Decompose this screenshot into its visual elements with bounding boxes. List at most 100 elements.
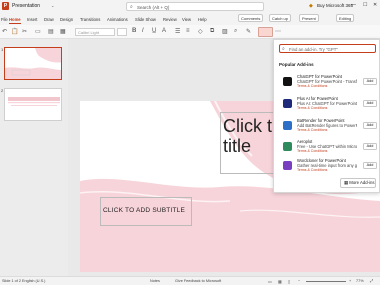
subtitle-text: CLICK TO ADD SUBTITLE [103, 207, 185, 214]
comments-button[interactable]: Comments [238, 14, 264, 22]
tab-home[interactable]: Home [9, 17, 21, 22]
add-button[interactable]: Add [363, 78, 377, 85]
undo-icon[interactable]: ↶ [2, 28, 7, 35]
document-title[interactable]: Presentation [12, 3, 40, 9]
add-button[interactable]: Add [363, 162, 377, 169]
add-in-item[interactable]: Plus AI for PowerPoint Plus AI: ChatGPT … [279, 96, 377, 116]
status-bar: Slide 1 of 2 English (U.S.) Notes Give F… [0, 276, 380, 285]
add-in-search-placeholder: Find an add-in. Try "GPT" [289, 46, 338, 52]
active-tab-indicator [9, 23, 21, 24]
tab-help[interactable]: Help [198, 17, 207, 22]
italic-icon[interactable]: 𝐼 [142, 28, 144, 35]
bullets-icon[interactable]: ☰ [175, 28, 180, 35]
add-ins-pane: ⌕ Find an add-in. Try "GPT" Popular Add-… [273, 39, 380, 193]
batrender-icon [283, 121, 292, 130]
add-button[interactable]: Add [363, 143, 377, 150]
more-options-icon[interactable]: ⋯ [275, 28, 281, 35]
language-indicator[interactable]: English (U.S.) [22, 279, 45, 283]
search-placeholder: Search (Alt + Q) [137, 4, 170, 10]
tab-draw[interactable]: Draw [44, 17, 54, 22]
title-text: Click t title [223, 116, 272, 156]
arrange-icon[interactable]: ⧉ [210, 28, 214, 35]
search-icon: ⌕ [282, 46, 285, 52]
slide-sorter-icon[interactable]: ▦ [278, 279, 282, 284]
add-in-item[interactable]: BatRender for PowerPoint Add BatRender f… [279, 118, 377, 138]
add-button[interactable]: Add [363, 100, 377, 107]
catch-up-button[interactable]: Catch up [269, 14, 292, 22]
tab-review[interactable]: Review [163, 17, 177, 22]
notes-button[interactable]: Notes [150, 279, 160, 283]
font-name-field[interactable]: Calibri Light [75, 28, 115, 36]
maximize-button[interactable]: ☐ [363, 2, 367, 8]
bold-icon[interactable]: 𝐁 [132, 28, 136, 35]
zoom-out-icon[interactable]: − [298, 279, 300, 283]
thumbnail-number: 1 [1, 47, 4, 52]
find-icon[interactable]: ⌕ [234, 28, 237, 35]
cut-icon[interactable]: ✂ [22, 28, 27, 35]
editing-button[interactable]: Editing [336, 14, 355, 22]
zoom-slider[interactable] [306, 281, 346, 282]
font-color-icon[interactable]: A [162, 28, 166, 34]
zoom-level[interactable]: 77% [356, 279, 364, 283]
buy-microsoft-365-link[interactable]: Buy Microsoft 365 [317, 3, 353, 8]
zoom-in-icon[interactable]: + [349, 279, 351, 283]
wordcloner-icon [283, 161, 292, 170]
designer-icon[interactable]: ✎ [246, 28, 251, 35]
tab-transitions[interactable]: Transitions [80, 17, 100, 22]
slide-thumbnail-2[interactable] [4, 88, 62, 121]
tab-animations[interactable]: Animations [107, 17, 128, 22]
present-label: Present [302, 16, 316, 21]
search-input[interactable]: ⌕ Search (Alt + Q) [126, 2, 264, 11]
terms-link[interactable]: Terms & Conditions [297, 84, 327, 88]
quick-styles-icon[interactable]: ▨ [222, 28, 228, 35]
catch-up-label: Catch up [272, 16, 289, 21]
tab-view[interactable]: View [182, 17, 191, 22]
title-bar: P Presentation ⌄ ⌕ Search (Alt + Q) ◆ Bu… [0, 0, 380, 13]
thumbnail-number: 2 [1, 88, 4, 93]
tab-file[interactable]: File [1, 17, 8, 22]
slide-thumbnail-1[interactable] [4, 47, 62, 80]
add-in-item[interactable]: ChatGPT for PowerPoint ChatGPT for Power… [279, 74, 377, 94]
fit-slide-icon[interactable]: ⤢ [370, 279, 373, 283]
add-in-search-input[interactable]: ⌕ Find an add-in. Try "GPT" [279, 44, 376, 53]
add-ins-button[interactable] [258, 27, 273, 37]
plus-ai-icon [283, 99, 292, 108]
paste-icon[interactable]: 📋 [11, 28, 18, 35]
chevron-down-icon[interactable]: ⌄ [51, 3, 54, 8]
more-add-ins-label: More Add-ins [349, 180, 375, 185]
popular-add-ins-heading: Popular Add-ins [279, 62, 314, 67]
reset-icon[interactable]: ▦ [60, 28, 66, 35]
font-name-value: Calibri Light [78, 30, 100, 35]
reading-view-icon[interactable]: ▯ [288, 279, 290, 284]
feedback-link[interactable]: Give Feedback to Microsoft [175, 279, 221, 283]
tab-insert[interactable]: Insert [27, 17, 37, 22]
diamond-icon: ◆ [309, 3, 313, 9]
thumbnail-design-art [8, 97, 60, 106]
present-button[interactable]: Present [299, 14, 319, 22]
terms-link[interactable]: Terms & Conditions [297, 106, 327, 110]
add-button[interactable]: Add [363, 122, 377, 129]
thumbnail-design-art [5, 48, 61, 79]
new-slide-icon[interactable]: ▭ [35, 28, 41, 35]
tab-design[interactable]: Design [60, 17, 73, 22]
aeroplot-icon [283, 142, 292, 151]
normal-view-icon[interactable]: ▭ [268, 279, 272, 284]
align-icon[interactable]: ≡ [186, 28, 190, 34]
terms-link[interactable]: Terms & Conditions [297, 128, 327, 132]
shapes-icon[interactable]: ◇ [198, 28, 203, 35]
comments-label: Comments [241, 16, 261, 21]
terms-link[interactable]: Terms & Conditions [297, 149, 327, 153]
close-button[interactable]: ✕ [373, 2, 377, 8]
add-in-item[interactable]: Wordcloner for PowerPoint Gather real-ti… [279, 158, 377, 178]
underline-icon[interactable]: U̲ [152, 28, 156, 34]
chatgpt-icon [283, 77, 292, 86]
add-in-item[interactable]: Aeroplot Free - Use ChatGPT within Micro… [279, 139, 377, 159]
layout-icon[interactable]: ▤ [48, 28, 54, 35]
ribbon-toolbar: ↶ 📋 ✂ ▭ ▤ ▦ Calibri Light 𝐁 𝐼 U̲ A ☰ ≡ ◇… [0, 25, 380, 39]
tab-slide-show[interactable]: Slide Show [135, 17, 156, 22]
font-size-field[interactable] [117, 28, 127, 36]
minimize-button[interactable]: — [351, 2, 356, 8]
search-icon: ⌕ [130, 4, 133, 10]
terms-link[interactable]: Terms & Conditions [297, 168, 327, 172]
more-add-ins-button[interactable]: ▦ More Add-ins [340, 178, 376, 188]
